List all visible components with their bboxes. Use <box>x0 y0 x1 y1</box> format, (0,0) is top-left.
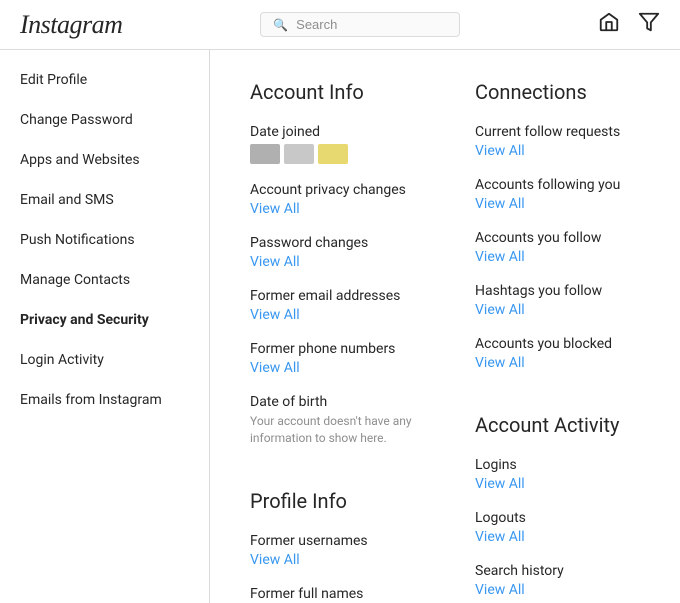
accounts-you-follow-viewall[interactable]: View All <box>475 249 640 265</box>
accounts-you-follow: Accounts you follow View All <box>475 230 640 265</box>
search-input[interactable] <box>296 17 447 32</box>
password-changes: Password changes View All <box>250 235 415 270</box>
account-info-title: Account Info <box>250 80 415 104</box>
hashtags-follow-viewall[interactable]: View All <box>475 302 640 318</box>
former-usernames: Former usernames View All <box>250 533 415 568</box>
sidebar-item-edit-profile[interactable]: Edit Profile <box>0 60 209 100</box>
date-block-2 <box>284 144 314 164</box>
former-email-addresses: Former email addresses View All <box>250 288 415 323</box>
logouts-viewall[interactable]: View All <box>475 529 640 545</box>
connections-section: Connections Current follow requests View… <box>475 80 640 389</box>
account-activity-section: Account Activity Logins View All Logouts… <box>475 413 640 603</box>
former-email-viewall[interactable]: View All <box>250 307 415 323</box>
right-column: Connections Current follow requests View… <box>475 80 640 603</box>
account-activity-title: Account Activity <box>475 413 640 437</box>
logins: Logins View All <box>475 457 640 492</box>
follow-requests-viewall[interactable]: View All <box>475 143 640 159</box>
sidebar-item-login-activity[interactable]: Login Activity <box>0 340 209 380</box>
left-column: Account Info Date joined Account privacy… <box>250 80 415 603</box>
date-of-birth: Date of birth Your account doesn't have … <box>250 394 415 447</box>
accounts-following-viewall[interactable]: View All <box>475 196 640 212</box>
search-history-viewall[interactable]: View All <box>475 582 640 598</box>
accounts-blocked-viewall[interactable]: View All <box>475 355 640 371</box>
home-icon[interactable] <box>598 11 620 38</box>
sidebar-item-privacy-security[interactable]: Privacy and Security <box>0 300 209 340</box>
former-phone-viewall[interactable]: View All <box>250 360 415 376</box>
sidebar-item-push-notifications[interactable]: Push Notifications <box>0 220 209 260</box>
header-icons <box>598 11 660 38</box>
sidebar-item-emails-instagram[interactable]: Emails from Instagram <box>0 380 209 420</box>
accounts-following-you: Accounts following you View All <box>475 177 640 212</box>
date-block-1 <box>250 144 280 164</box>
header: Instagram 🔍 <box>0 0 680 50</box>
sidebar: Edit ProfileChange PasswordApps and Webs… <box>0 50 210 603</box>
sidebar-item-change-password[interactable]: Change Password <box>0 100 209 140</box>
date-blocks <box>250 144 415 164</box>
logins-viewall[interactable]: View All <box>475 476 640 492</box>
former-usernames-viewall[interactable]: View All <box>250 552 415 568</box>
search-bar[interactable]: 🔍 <box>260 12 460 37</box>
logouts: Logouts View All <box>475 510 640 545</box>
current-follow-requests: Current follow requests View All <box>475 124 640 159</box>
content: Account Info Date joined Account privacy… <box>210 50 680 603</box>
date-joined-item: Date joined <box>250 124 415 164</box>
account-privacy-changes: Account privacy changes View All <box>250 182 415 217</box>
account-info-section: Account Info Date joined Account privacy… <box>250 80 415 465</box>
former-full-names: Former full names View All <box>250 586 415 603</box>
profile-info-section: Profile Info Former usernames View All F… <box>250 489 415 603</box>
main-layout: Edit ProfileChange PasswordApps and Webs… <box>0 50 680 603</box>
filter-icon[interactable] <box>638 11 660 38</box>
search-icon: 🔍 <box>273 18 288 32</box>
former-phone-numbers: Former phone numbers View All <box>250 341 415 376</box>
sidebar-item-manage-contacts[interactable]: Manage Contacts <box>0 260 209 300</box>
logo: Instagram <box>20 10 122 40</box>
date-block-3 <box>318 144 348 164</box>
accounts-you-blocked: Accounts you blocked View All <box>475 336 640 371</box>
profile-info-title: Profile Info <box>250 489 415 513</box>
search-history: Search history View All <box>475 563 640 598</box>
sidebar-item-apps-websites[interactable]: Apps and Websites <box>0 140 209 180</box>
account-privacy-viewall[interactable]: View All <box>250 201 415 217</box>
hashtags-you-follow: Hashtags you follow View All <box>475 283 640 318</box>
sidebar-item-email-sms[interactable]: Email and SMS <box>0 180 209 220</box>
password-changes-viewall[interactable]: View All <box>250 254 415 270</box>
connections-title: Connections <box>475 80 640 104</box>
date-joined-label: Date joined <box>250 124 415 140</box>
